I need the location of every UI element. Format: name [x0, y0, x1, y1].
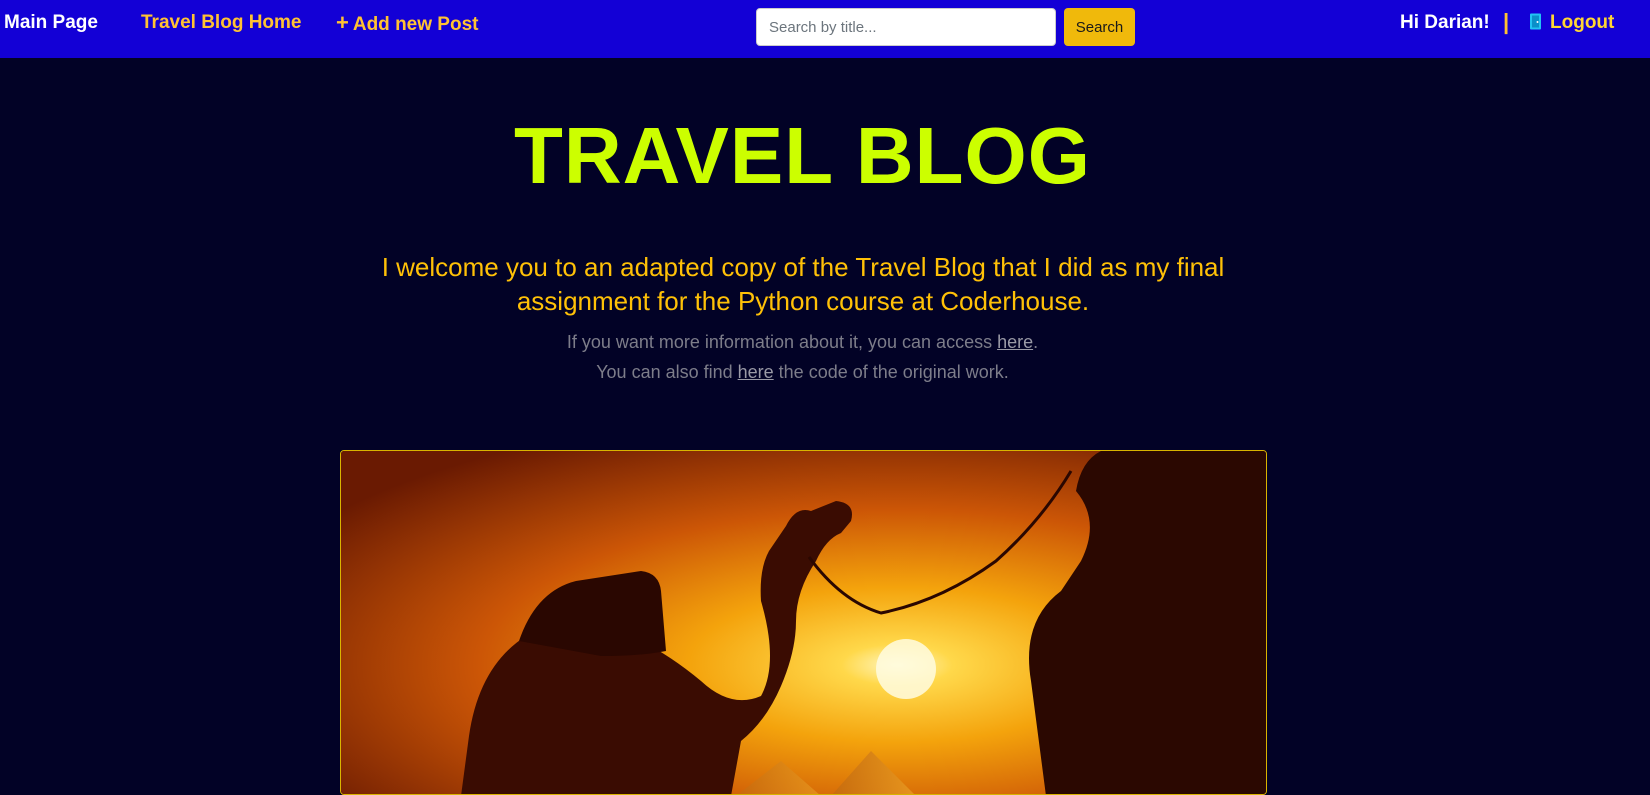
door-icon — [1529, 13, 1542, 37]
search-button[interactable]: Search — [1064, 8, 1135, 46]
code-line: You can also find here the code of the o… — [0, 360, 1605, 384]
top-navbar: Main Page Travel Blog Home + Add new Post… — [0, 0, 1650, 58]
camels-sunset-image — [341, 451, 1266, 794]
plus-icon: + — [336, 10, 349, 35]
user-greeting: Hi Darian! — [1400, 12, 1490, 33]
code-here-link[interactable]: here — [738, 362, 774, 382]
page-title: TRAVEL BLOG — [514, 111, 1091, 200]
info-here-link[interactable]: here — [997, 332, 1033, 352]
search-input[interactable] — [756, 8, 1056, 46]
add-new-post-label: Add new Post — [352, 14, 479, 35]
logout-label: Logout — [1550, 12, 1615, 33]
add-new-post-link[interactable]: + Add new Post — [336, 11, 478, 37]
code-suffix: the code of the original work. — [773, 362, 1009, 382]
logout-link[interactable]: Logout — [1529, 11, 1614, 37]
code-prefix: You can also find — [596, 362, 738, 382]
hero-image-card — [340, 450, 1267, 795]
info-line: If you want more information about it, y… — [0, 330, 1605, 354]
info-prefix: If you want more information about it, y… — [566, 332, 998, 352]
info-suffix: . — [1033, 332, 1039, 352]
welcome-text: I welcome you to an adapted copy of the … — [381, 252, 1225, 316]
nav-divider: | — [1503, 9, 1510, 34]
travel-blog-home-link[interactable]: Travel Blog Home — [141, 11, 302, 35]
main-page-link[interactable]: Main Page — [4, 11, 98, 35]
